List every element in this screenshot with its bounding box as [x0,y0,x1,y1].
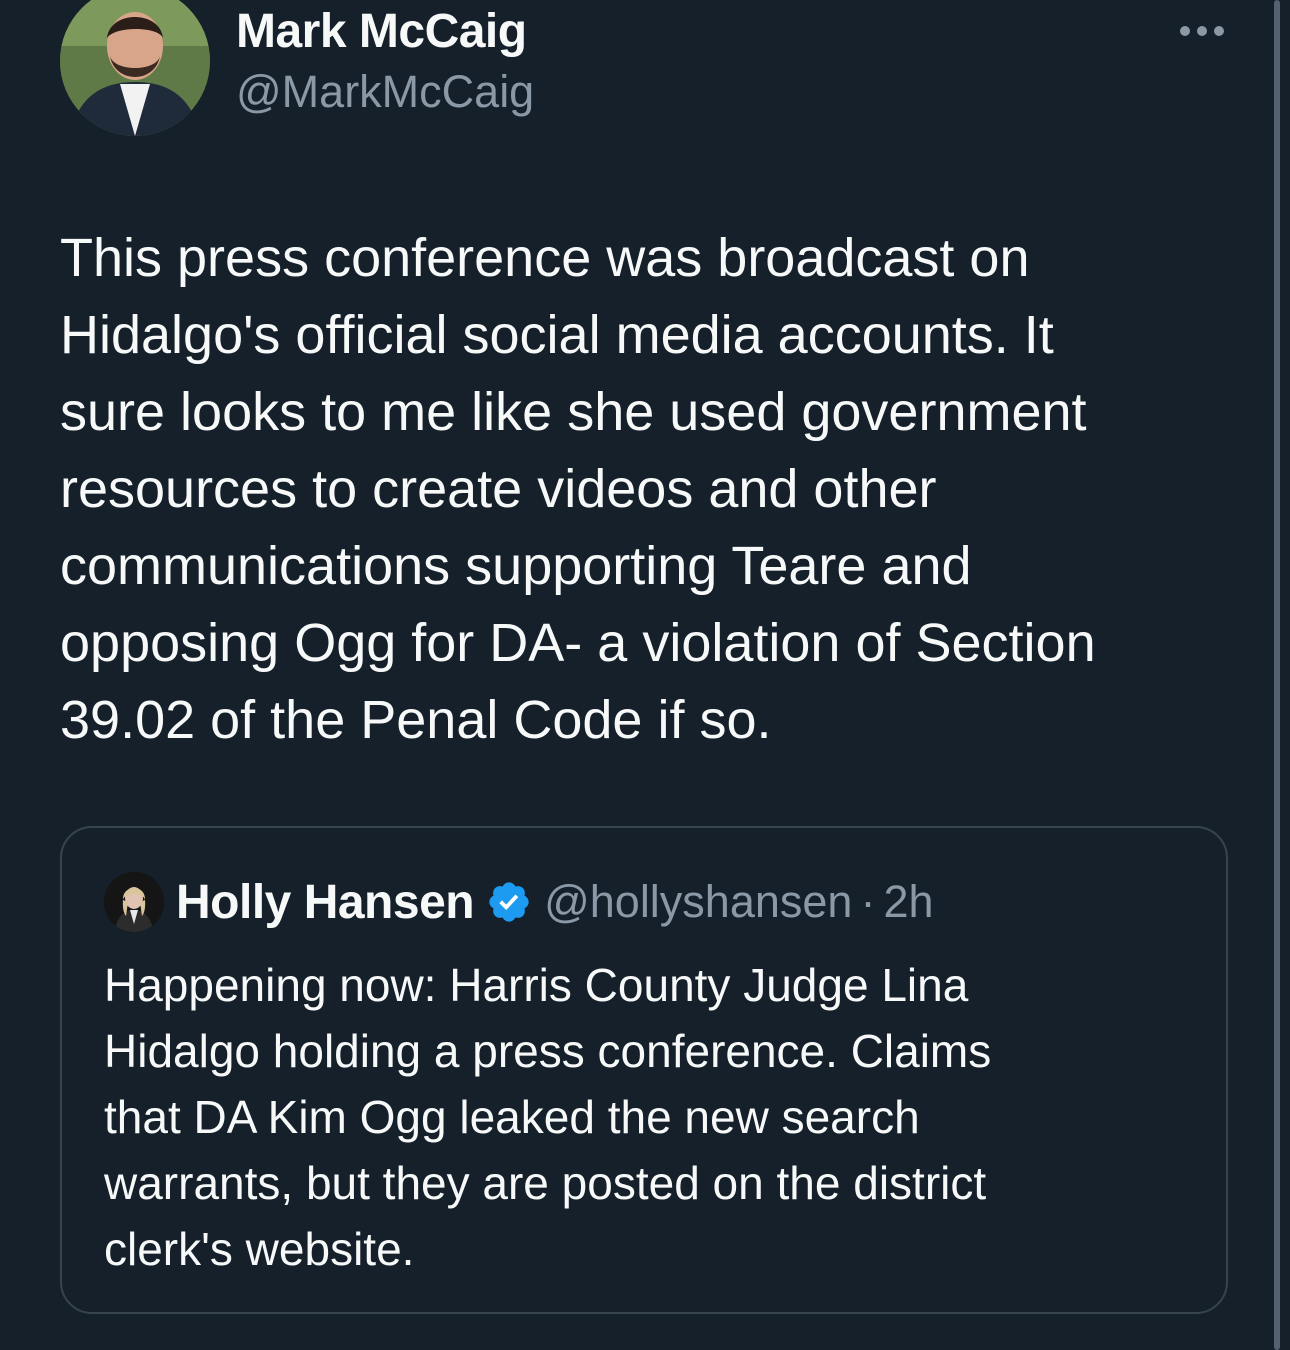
verified-badge-icon [489,882,529,922]
author-handle[interactable]: @MarkMcCaig [236,66,534,118]
quoted-tweet-text: Happening now: Harris County Judge Lina … [104,959,992,1275]
profile-photo-icon [60,0,210,136]
separator-dot: · [860,876,876,927]
more-options-icon [1180,26,1224,36]
more-options-button[interactable] [1172,14,1232,48]
profile-photo-icon [104,872,164,932]
scrollbar[interactable] [1274,0,1280,1350]
tweet-detail-view: Mark McCaig @MarkMcCaig This press confe… [0,0,1290,1350]
quoted-tweet-timestamp[interactable]: 2h [883,876,933,928]
author-display-name[interactable]: Mark McCaig [236,4,527,59]
quoted-author-display-name[interactable]: Holly Hansen [176,875,475,930]
quoted-tweet-card[interactable]: Holly Hansen @hollyshansen · 2h Happenin… [60,826,1228,1314]
tweet-text: This press conference was broadcast on H… [60,228,1096,750]
quoted-author-avatar[interactable] [104,872,164,932]
quoted-author-handle[interactable]: @hollyshansen [544,876,852,928]
quoted-tweet-header: Holly Hansen @hollyshansen · 2h [176,872,934,932]
author-avatar[interactable] [60,0,210,136]
